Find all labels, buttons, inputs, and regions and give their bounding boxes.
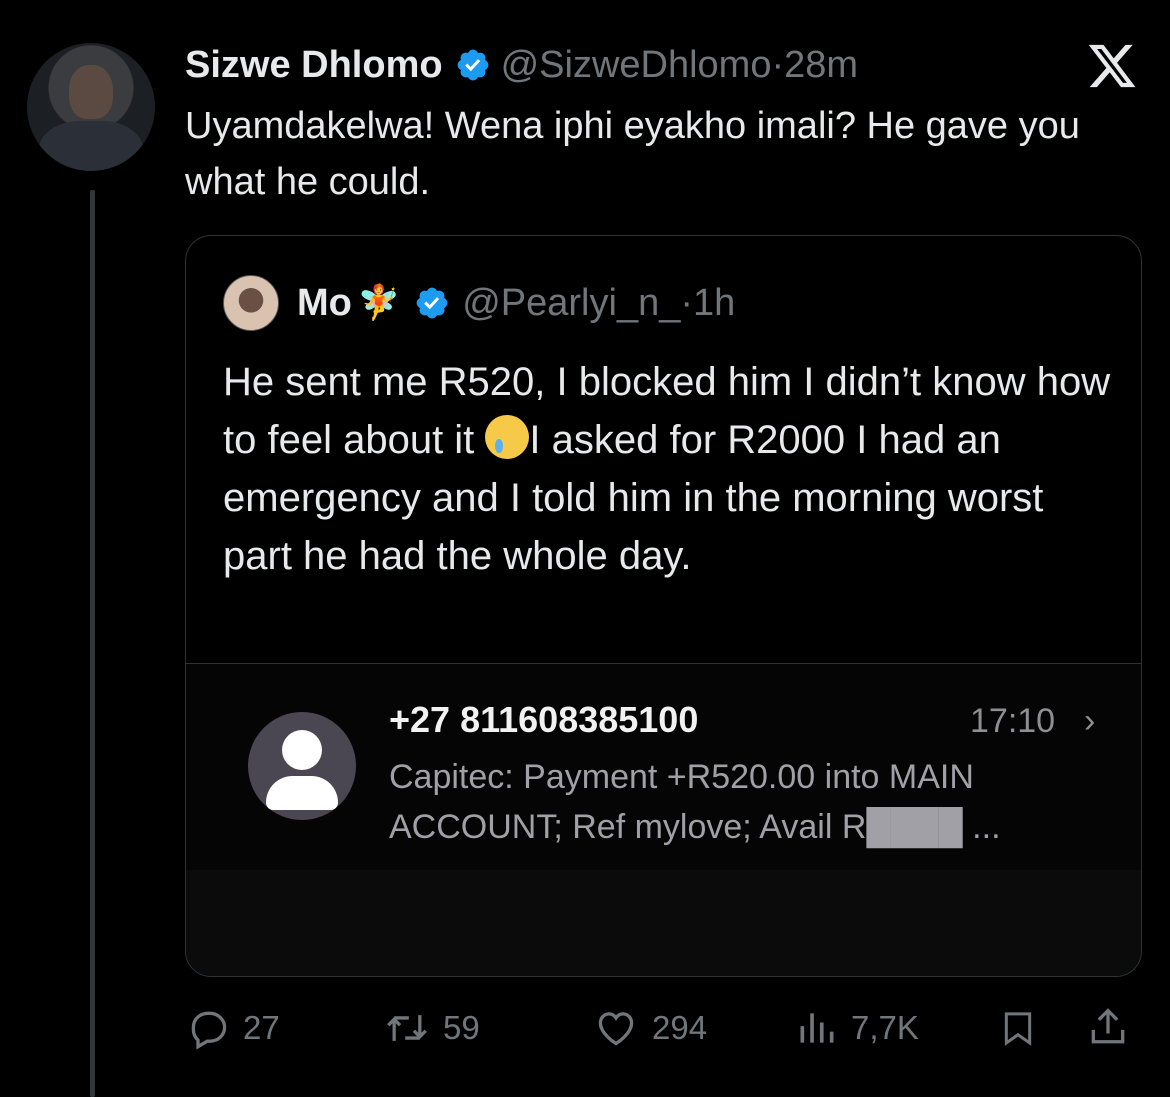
media-padding: [186, 870, 1141, 976]
separator-dot: ·: [680, 281, 694, 324]
crying-face-emoji-icon: [485, 415, 530, 459]
sms-screenshot-image[interactable]: +27 811608385100 17:10 › Capitec: Paymen…: [186, 664, 1141, 870]
sms-sender-number: +27 811608385100: [389, 699, 699, 740]
quoted-author-avatar[interactable]: [223, 275, 279, 331]
author-avatar[interactable]: [27, 43, 155, 171]
views-button[interactable]: 7,7K: [795, 1000, 919, 1056]
thread-line: [90, 190, 95, 1097]
tweet-header: Sizwe Dhlomo @SizweDhlomo · 28m: [185, 40, 858, 90]
repost-count: 59: [443, 1009, 480, 1046]
share-icon[interactable]: [1086, 1006, 1130, 1050]
author-handle[interactable]: @SizweDhlomo: [501, 44, 772, 87]
reply-button[interactable]: 27: [187, 1000, 280, 1056]
fairy-emoji: 🧚: [357, 284, 401, 322]
reply-icon: [191, 1011, 227, 1050]
heart-icon: [598, 1012, 634, 1046]
sms-time: 17:10: [970, 702, 1056, 740]
sms-body: Capitec: Payment +R520.00 into MAIN ACCO…: [389, 758, 1001, 846]
x-logo-icon: [1088, 44, 1136, 88]
quoted-author-name[interactable]: Mo: [297, 282, 352, 325]
reply-count: 27: [243, 1009, 280, 1046]
verified-badge-icon: [416, 287, 448, 319]
separator-dot: ·: [771, 43, 785, 86]
quoted-tweet[interactable]: Mo 🧚 @Pearlyi_n_ · 1h He sent me R520, I…: [185, 235, 1142, 977]
view-count: 7,7K: [851, 1009, 919, 1046]
quoted-author-handle[interactable]: @Pearlyi_n_: [462, 282, 680, 325]
repost-icon: [387, 1015, 427, 1041]
tweet-text: Uyamdakelwa! Wena iphi eyakho imali? He …: [185, 105, 1080, 203]
author-name[interactable]: Sizwe Dhlomo: [185, 44, 443, 87]
quoted-tweet-header: Mo 🧚 @Pearlyi_n_ · 1h: [223, 275, 735, 331]
chevron-right-icon: ›: [1084, 702, 1096, 740]
like-count: 294: [652, 1009, 708, 1046]
contact-avatar-icon: [248, 712, 356, 820]
quoted-tweet-text: He sent me R520, I blocked him I didn’t …: [223, 353, 1113, 585]
action-bar: 27 59 294 7,7K: [0, 1000, 1170, 1056]
bookmark-icon[interactable]: [998, 1006, 1038, 1050]
analytics-icon: [800, 1013, 834, 1043]
tweet-time[interactable]: 28m: [784, 44, 858, 87]
like-button[interactable]: 294: [592, 1000, 707, 1056]
verified-badge-icon: [457, 49, 488, 81]
repost-button[interactable]: 59: [383, 1000, 480, 1056]
quoted-tweet-time[interactable]: 1h: [693, 282, 735, 325]
